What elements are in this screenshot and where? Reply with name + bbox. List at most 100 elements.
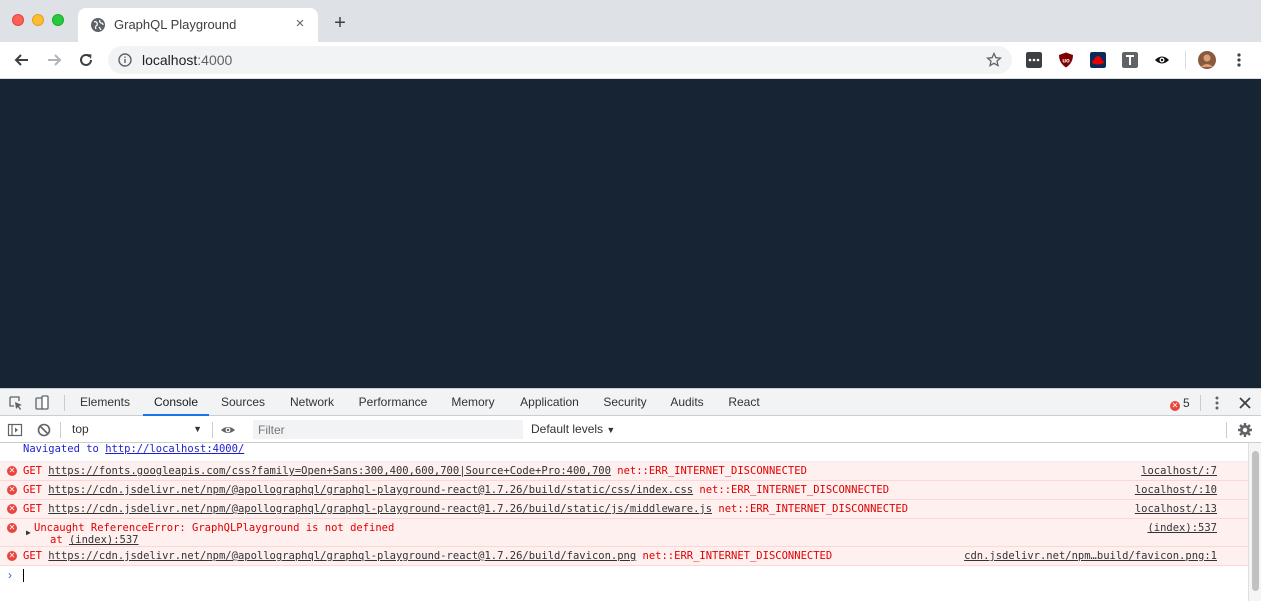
- tab-console[interactable]: Console: [143, 389, 209, 416]
- request-url-link[interactable]: https://cdn.jsdelivr.net/npm/@apollograp…: [48, 550, 636, 562]
- tab-sources[interactable]: Sources: [213, 389, 273, 416]
- tab-audits[interactable]: Audits: [662, 389, 712, 416]
- forward-arrow-icon[interactable]: [44, 50, 64, 70]
- inspect-element-icon[interactable]: [8, 395, 24, 411]
- error-icon: ✕: [7, 485, 17, 495]
- console-output: Navigated to http://localhost:4000/ ✕ GE…: [0, 443, 1248, 601]
- source-link[interactable]: localhost/:13: [1135, 500, 1217, 518]
- error-code: net::ERR_INTERNET_DISCONNECTED: [610, 465, 807, 477]
- eye-extension-icon[interactable]: [1154, 52, 1170, 68]
- request-method: GET: [23, 550, 49, 562]
- tab-network[interactable]: Network: [281, 389, 343, 416]
- window-maximize-button[interactable]: [52, 14, 64, 26]
- toolbar-divider: [212, 422, 213, 438]
- tab-security[interactable]: Security: [596, 389, 654, 416]
- chrome-menu-icon[interactable]: [1231, 52, 1247, 68]
- dropdown-arrow-icon: ▼: [606, 425, 616, 435]
- source-link[interactable]: cdn.jsdelivr.net/npm…build/favicon.png:1: [964, 547, 1217, 565]
- context-selector[interactable]: top ▼: [66, 420, 206, 439]
- request-method: GET: [23, 465, 49, 477]
- devtools-panel: Elements Console Sources Network Perform…: [0, 388, 1261, 601]
- device-toolbar-icon[interactable]: [34, 395, 50, 411]
- tab-performance[interactable]: Performance: [351, 389, 435, 416]
- error-message: GET https://fonts.googleapis.com/css?fam…: [23, 462, 807, 480]
- source-link[interactable]: (index):537: [1147, 519, 1217, 537]
- new-tab-button[interactable]: +: [330, 13, 350, 33]
- console-filter-input[interactable]: [253, 420, 523, 439]
- navigated-message: Navigated to http://localhost:4000/: [23, 443, 244, 455]
- error-counter[interactable]: ✕ 5: [1170, 395, 1190, 411]
- clear-console-icon[interactable]: [36, 422, 52, 438]
- request-url-link[interactable]: https://cdn.jsdelivr.net/npm/@apollograp…: [48, 484, 693, 496]
- devtools-tab-bar: Elements Console Sources Network Perform…: [0, 389, 1261, 416]
- error-count-value: 5: [1183, 396, 1190, 410]
- close-devtools-icon[interactable]: [1237, 395, 1253, 411]
- error-icon: ✕: [7, 504, 17, 514]
- toolbar-divider: [1185, 51, 1186, 69]
- bookmark-star-icon[interactable]: [986, 52, 1002, 68]
- extension-dots-icon[interactable]: [1026, 52, 1042, 68]
- back-arrow-icon[interactable]: [12, 50, 32, 70]
- page-viewport[interactable]: [0, 79, 1261, 388]
- toolbar-divider: [60, 422, 61, 438]
- prompt-chevron-icon: ›: [8, 568, 12, 582]
- stack-at: at: [50, 534, 69, 546]
- log-levels-dropdown[interactable]: Default levels ▼: [531, 420, 615, 439]
- reload-icon[interactable]: [76, 50, 96, 70]
- tab-title: GraphQL Playground: [114, 17, 237, 32]
- levels-label: Default levels: [531, 422, 604, 436]
- navigated-url-link[interactable]: http://localhost:4000/: [105, 443, 244, 455]
- console-error-row: ✕ GET https://fonts.googleapis.com/css?f…: [0, 462, 1248, 481]
- show-sidebar-icon[interactable]: [7, 422, 23, 438]
- tab-react[interactable]: React: [720, 389, 768, 416]
- console-toolbar: top ▼ Default levels ▼: [0, 416, 1261, 443]
- tab-elements[interactable]: Elements: [72, 389, 138, 416]
- tab-graphql-playground[interactable]: GraphQL Playground ×: [78, 8, 318, 42]
- profile-avatar[interactable]: [1198, 51, 1216, 69]
- live-expression-eye-icon[interactable]: [220, 422, 236, 438]
- tab-close-icon[interactable]: ×: [292, 16, 308, 32]
- globe-icon: [91, 18, 105, 32]
- request-method: GET: [23, 503, 49, 515]
- text-caret: [23, 569, 24, 582]
- expand-triangle-icon[interactable]: ▶: [26, 524, 31, 542]
- browser-toolbar: localhost:4000 uo: [0, 42, 1261, 79]
- address-bar[interactable]: localhost:4000: [108, 46, 1012, 74]
- console-exception-row: ✕ ▶ Uncaught ReferenceError: GraphQLPlay…: [0, 519, 1248, 547]
- error-code: net::ERR_INTERNET_DISCONNECTED: [712, 503, 909, 515]
- error-message: GET https://cdn.jsdelivr.net/npm/@apollo…: [23, 481, 889, 499]
- info-icon[interactable]: [118, 53, 132, 67]
- tab-memory[interactable]: Memory: [443, 389, 503, 416]
- scrollbar-thumb[interactable]: [1252, 451, 1259, 591]
- url-host: localhost: [142, 52, 198, 68]
- window-close-button[interactable]: [12, 14, 24, 26]
- error-icon: ✕: [7, 551, 17, 561]
- url-text: localhost:4000: [142, 52, 232, 68]
- window-minimize-button[interactable]: [32, 14, 44, 26]
- ublock-shield-icon[interactable]: uo: [1058, 52, 1074, 68]
- console-error-row: ✕ GET https://cdn.jsdelivr.net/npm/@apol…: [0, 547, 1248, 566]
- tab-application[interactable]: Application: [511, 389, 588, 416]
- console-navigated-row: Navigated to http://localhost:4000/: [0, 443, 1248, 462]
- tab-divider: [1200, 395, 1201, 411]
- source-link[interactable]: localhost/:10: [1135, 481, 1217, 499]
- request-url-link[interactable]: https://cdn.jsdelivr.net/npm/@apollograp…: [48, 503, 712, 515]
- console-prompt[interactable]: ›: [0, 566, 1248, 584]
- console-settings-gear-icon[interactable]: [1237, 422, 1253, 438]
- devtools-menu-icon[interactable]: [1209, 395, 1225, 411]
- tab-divider: [64, 395, 65, 411]
- svg-text:uo: uo: [1062, 59, 1070, 65]
- redhat-extension-icon[interactable]: [1090, 52, 1106, 68]
- context-value: top: [72, 422, 89, 436]
- error-code: net::ERR_INTERNET_DISCONNECTED: [693, 484, 890, 496]
- console-scrollbar[interactable]: [1248, 443, 1261, 601]
- source-link[interactable]: localhost/:7: [1141, 462, 1217, 480]
- t-extension-icon[interactable]: [1122, 52, 1138, 68]
- error-icon: ✕: [7, 466, 17, 476]
- error-icon: ✕: [1170, 401, 1180, 411]
- request-url-link[interactable]: https://fonts.googleapis.com/css?family=…: [48, 465, 611, 477]
- error-message: GET https://cdn.jsdelivr.net/npm/@apollo…: [23, 500, 908, 518]
- stack-location-link[interactable]: (index):537: [69, 534, 139, 546]
- url-port: :4000: [197, 52, 233, 68]
- error-message: GET https://cdn.jsdelivr.net/npm/@apollo…: [23, 547, 832, 565]
